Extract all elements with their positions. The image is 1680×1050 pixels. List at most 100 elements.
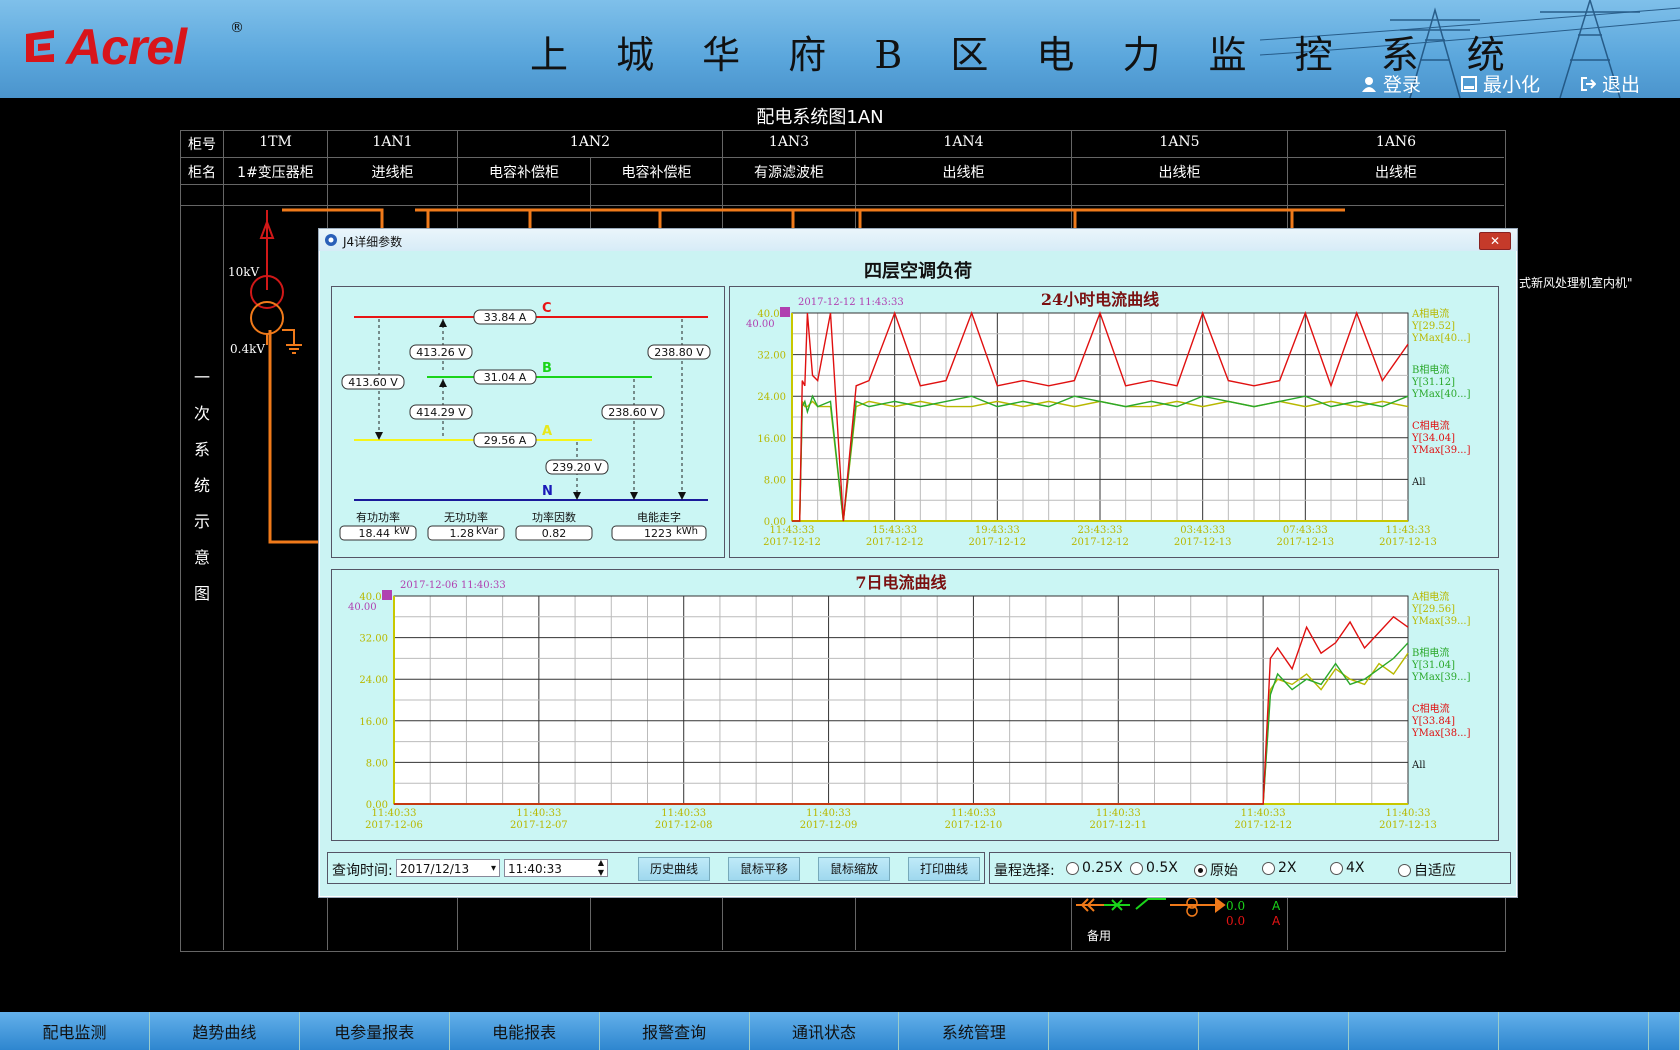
spare-unit-1: A: [1272, 899, 1281, 913]
phase-c-label: C: [542, 301, 552, 316]
radio-selected-icon: [1194, 863, 1207, 877]
radio-icon: [1130, 861, 1143, 875]
reactive-power-unit: kVar: [476, 526, 499, 537]
energy-value: 1223: [644, 527, 672, 540]
legend-name: A相电流: [1411, 307, 1449, 320]
x-tick-date: 2017-12-13: [1379, 820, 1437, 831]
active-power-label: 有功功率: [356, 511, 400, 524]
time-picker[interactable]: 11:40:33 ▲ ▼: [504, 858, 608, 878]
chart-7d-panel: 0.00 8.00 16.00 24.00 32.00 40.00 11:40:33 2017…: [331, 569, 1499, 841]
date-picker[interactable]: 2017/12/13 ▾: [396, 859, 500, 877]
x-tick-time: 11:43:33: [770, 525, 815, 536]
reactive-power-label: 无功功率: [444, 511, 488, 524]
legend-ymax: YMax[38...]: [1411, 728, 1471, 739]
history-curve-button[interactable]: 历史曲线: [638, 857, 710, 881]
x-tick-time: 11:40:33: [806, 808, 851, 819]
voltage-an: 239.20 V: [552, 461, 602, 474]
legend-all: All: [1411, 760, 1426, 771]
range-option-05x[interactable]: 0.5X: [1130, 860, 1178, 876]
range-option-025x[interactable]: 0.25X: [1066, 860, 1123, 876]
x-tick-date: 2017-12-10: [945, 820, 1003, 831]
range-option-4x[interactable]: 4X: [1330, 860, 1365, 876]
radio-icon: [1398, 863, 1411, 877]
spare-current-2: 0.0: [1226, 914, 1246, 928]
x-tick-date: 2017-12-13: [1379, 537, 1437, 548]
nav-energy-report[interactable]: 电能报表: [449, 1012, 600, 1050]
close-button[interactable]: ✕: [1479, 232, 1511, 250]
legend-y: Y[33.84]: [1411, 716, 1455, 727]
nav-distribution-monitor[interactable]: 配电监测: [0, 1012, 150, 1050]
voltage-cb: 413.26 V: [416, 346, 466, 359]
mouse-pan-button[interactable]: 鼠标平移: [728, 857, 800, 881]
y-tick-label: 32.00: [757, 351, 786, 362]
x-tick-date: 2017-12-12: [866, 537, 924, 548]
close-icon: ✕: [1489, 234, 1501, 248]
y-tick-label: 16.00: [757, 434, 786, 445]
energy-label: 电能走字: [637, 511, 681, 524]
x-tick-time: 15:43:33: [872, 525, 917, 536]
phase-a-label: A: [542, 424, 553, 439]
nav-alarm-query[interactable]: 报警查询: [599, 1012, 750, 1050]
legend-all: All: [1411, 477, 1426, 488]
side-char: 次: [193, 404, 210, 423]
print-curve-button[interactable]: 打印曲线: [908, 857, 980, 881]
truncated-circuit-label: 式新风处理机室内机": [1519, 276, 1633, 290]
x-tick-time: 11:40:33: [1386, 808, 1431, 819]
legend-ymax: YMax[40...]: [1411, 333, 1471, 344]
legend-ymax: YMax[40...]: [1411, 389, 1471, 400]
x-tick-date: 2017-12-11: [1089, 820, 1147, 831]
reactive-power-value: 1.28: [449, 527, 475, 540]
x-tick-date: 2017-12-08: [655, 820, 713, 831]
cursor-label: 2017-12-12 11:43:33: [798, 297, 904, 308]
range-option-2x[interactable]: 2X: [1262, 860, 1297, 876]
dialog-titlebar[interactable]: J4详细参数 ✕: [319, 229, 1517, 251]
x-tick-date: 2017-12-13: [1277, 537, 1335, 548]
voltage-cn: 238.80 V: [654, 346, 704, 359]
radio-label: 自适应: [1414, 863, 1456, 879]
calendar-dropdown-icon[interactable]: ▾: [491, 860, 496, 878]
phase-b-label: B: [542, 361, 552, 376]
range-box: 量程选择: 0.25X 0.5X 原始 2X 4X 自适应: [989, 852, 1511, 884]
nav-empty[interactable]: [1049, 1012, 1200, 1050]
mouse-zoom-button[interactable]: 鼠标缩放: [818, 857, 890, 881]
voltage-ca: 413.60 V: [348, 376, 398, 389]
side-char: 系: [193, 440, 210, 459]
nav-comm-status[interactable]: 通讯状态: [749, 1012, 900, 1050]
nav-parameter-report[interactable]: 电参量报表: [299, 1012, 450, 1050]
spare-label: 备用: [1087, 929, 1112, 943]
query-time-label: 查询时间:: [332, 863, 393, 879]
time-value: 11:40:33: [508, 862, 562, 876]
current-c: 33.84 A: [483, 311, 527, 324]
radio-label: 0.5X: [1146, 860, 1178, 876]
x-tick-date: 2017-12-07: [510, 820, 568, 831]
range-option-auto[interactable]: 自适应: [1398, 860, 1456, 880]
footer-nav: 配电监测 趋势曲线 电参量报表 电能报表 报警查询 通讯状态 系统管理: [0, 1012, 1680, 1050]
x-tick-time: 11:43:33: [1386, 525, 1431, 536]
x-tick-time: 11:40:33: [951, 808, 996, 819]
phasor-panel: C B A N 33.84 A 31.04 A 29.56 A 413.26 V…: [331, 286, 725, 558]
side-char: 图: [193, 584, 210, 603]
chart-7d: 0.008.0016.0024.0032.0040.0011:40:332017…: [348, 573, 1471, 831]
legend-name: A相电流: [1411, 590, 1449, 603]
nav-empty[interactable]: [1349, 1012, 1500, 1050]
side-char: 一: [193, 368, 210, 387]
primary-system-label: 一 次 系 统 示 意 图: [190, 360, 214, 612]
spare-current-1: 0.0: [1226, 899, 1246, 913]
radio-label: 4X: [1346, 860, 1365, 876]
dialog-title: J4详细参数: [343, 235, 403, 249]
x-tick-date: 2017-12-12: [969, 537, 1027, 548]
x-tick-time: 07:43:33: [1283, 525, 1328, 536]
radio-label: 2X: [1278, 860, 1297, 876]
energy-unit: kWh: [676, 526, 699, 537]
side-char: 统: [193, 476, 210, 495]
nav-empty[interactable]: [1199, 1012, 1350, 1050]
chart-title: 24小时电流曲线: [1041, 290, 1159, 309]
nav-empty[interactable]: [1648, 1012, 1680, 1050]
nav-system-management[interactable]: 系统管理: [899, 1012, 1050, 1050]
range-option-original[interactable]: 原始: [1194, 860, 1238, 880]
cursor-marker: [780, 307, 790, 317]
nav-empty[interactable]: [1499, 1012, 1649, 1050]
time-spinner-icon[interactable]: ▲ ▼: [598, 858, 604, 878]
active-power-value: 18.44: [358, 527, 391, 540]
nav-trend-curve[interactable]: 趋势曲线: [149, 1012, 300, 1050]
